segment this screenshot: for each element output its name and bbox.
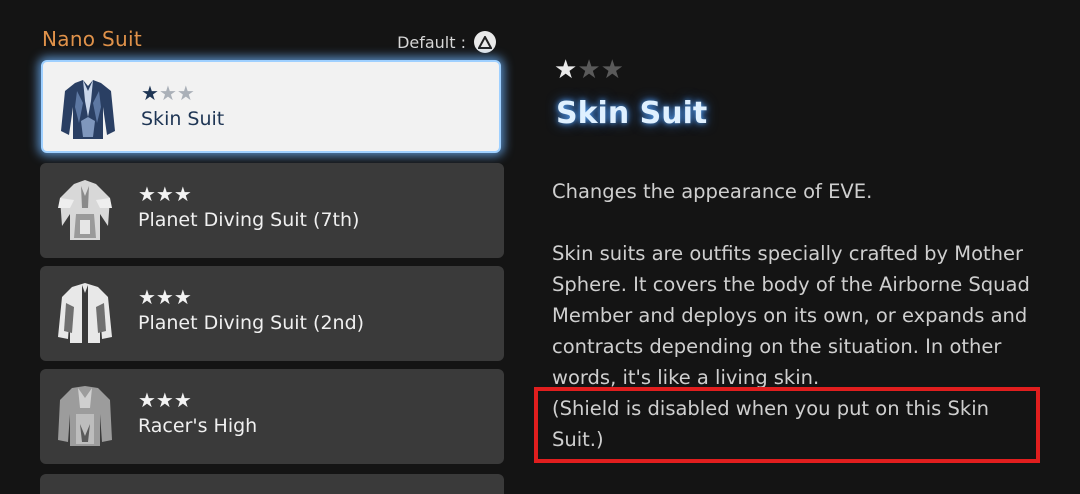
- star-empty-icon: ★★: [577, 55, 624, 85]
- list-item-racers-high[interactable]: ★★★ Racer's High: [40, 369, 504, 464]
- triangle-button-icon[interactable]: [474, 31, 496, 53]
- racers-high-icon: [58, 386, 112, 446]
- item-name: Racer's High: [138, 415, 258, 437]
- default-label: Default :: [397, 32, 466, 52]
- star-empty-icon: ★★: [158, 81, 195, 105]
- star-filled-icon: ★★★: [138, 182, 192, 206]
- rarity-stars: ★★★: [138, 390, 192, 410]
- star-filled-icon: ★: [554, 55, 578, 85]
- list-item-planet-diving-suit-2nd[interactable]: ★★★ Planet Diving Suit (2nd): [40, 266, 504, 361]
- star-filled-icon: ★★★: [138, 285, 192, 309]
- rarity-stars: ★★★: [141, 83, 195, 103]
- description-line: contracts depending on the situation. In…: [552, 335, 1002, 358]
- annotation-highlight-box: [534, 387, 1040, 463]
- detail-rarity-stars: ★★★: [554, 56, 624, 84]
- description-line: Changes the appearance of EVE.: [552, 180, 873, 203]
- description-line: Sphere. It covers the body of the Airbor…: [552, 273, 1030, 296]
- rarity-stars: ★★★: [138, 287, 192, 307]
- item-name: Planet Diving Suit (7th): [138, 209, 360, 231]
- suit-list-panel: Nano Suit Default : ★★★ Skin Suit ★★★ Pl…: [40, 0, 504, 486]
- list-item-partial[interactable]: [40, 474, 504, 494]
- item-name: Skin Suit: [141, 108, 225, 130]
- star-filled-icon: ★★★: [138, 388, 192, 412]
- rarity-stars: ★★★: [138, 184, 192, 204]
- list-item-planet-diving-suit-7th[interactable]: ★★★ Planet Diving Suit (7th): [40, 163, 504, 258]
- description-line: Skin suits are outfits specially crafted…: [552, 242, 1024, 265]
- skin-suit-icon: [61, 80, 115, 139]
- default-hint[interactable]: Default :: [397, 31, 496, 53]
- list-item-skin-suit[interactable]: ★★★ Skin Suit: [41, 60, 501, 153]
- detail-title: Skin Suit: [556, 96, 708, 131]
- description-line: Member and deploys on its own, or expand…: [552, 304, 1028, 327]
- diving-suit-7th-icon: [58, 180, 112, 240]
- star-filled-icon: ★: [141, 81, 159, 105]
- item-name: Planet Diving Suit (2nd): [138, 312, 365, 334]
- diving-suit-2nd-icon: [58, 283, 112, 343]
- panel-title: Nano Suit: [42, 27, 142, 51]
